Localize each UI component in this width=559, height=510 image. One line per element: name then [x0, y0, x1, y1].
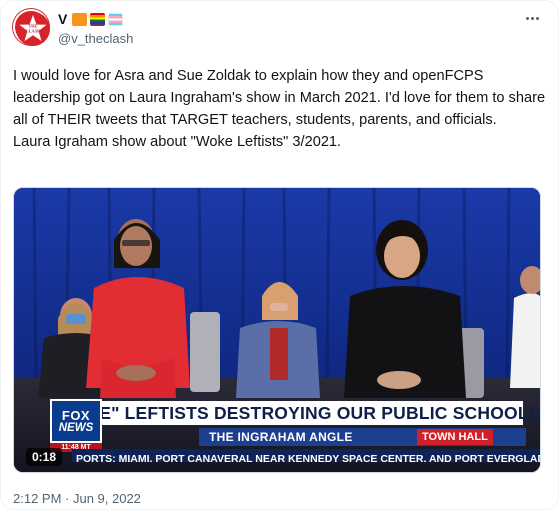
chyron-headline: "WOKE" LEFTISTS DESTROYING OUR PUBLIC SC… — [47, 402, 541, 423]
show-name: THE INGRAHAM ANGLE — [209, 430, 353, 444]
author-handle[interactable]: @v_theclash — [58, 31, 133, 46]
tweet-text: I would love for Asra and Sue Zoldak to … — [13, 68, 546, 150]
more-dot — [530, 16, 534, 20]
more-dot — [535, 16, 539, 20]
segment-tag: TOWN HALL — [417, 429, 493, 445]
video-duration: 0:18 — [26, 448, 63, 466]
tweet-timestamp[interactable]: 2:12 PM · Jun 9, 2022 — [13, 491, 141, 506]
network-bottom: NEWS — [58, 421, 94, 434]
avatar[interactable]: THE CLASH — [13, 9, 50, 46]
news-crawl: PORTS: MIAMI, PORT CANAVERAL NEAR KENNED… — [72, 449, 540, 462]
rainbow-flag-emoji — [90, 12, 106, 26]
author-name-row[interactable]: V — [58, 11, 124, 27]
tweet-card: THE CLASH V @v_theclash I would love for… — [0, 0, 559, 510]
more-dot — [525, 16, 529, 20]
more-options-icon[interactable] — [521, 11, 543, 25]
show-name-bar: THE INGRAHAM ANGLE TOWN HALL — [199, 428, 526, 446]
video-player[interactable]: "WOKE" LEFTISTS DESTROYING OUR PUBLIC SC… — [13, 187, 541, 473]
fox-news-logo: FOX NEWS — [50, 399, 102, 443]
avatar-text-bottom: CLASH — [25, 29, 41, 34]
news-crawl-text: PORTS: MIAMI, PORT CANAVERAL NEAR KENNED… — [76, 453, 540, 462]
transgender-flag-emoji — [108, 12, 124, 26]
chyron-headline-bar: "WOKE" LEFTISTS DESTROYING OUR PUBLIC SC… — [47, 401, 540, 425]
clash-star-logo: THE CLASH — [16, 12, 50, 46]
network-top: FOX — [61, 407, 91, 423]
orange-square-emoji — [72, 12, 88, 26]
display-name[interactable]: V — [58, 11, 67, 27]
